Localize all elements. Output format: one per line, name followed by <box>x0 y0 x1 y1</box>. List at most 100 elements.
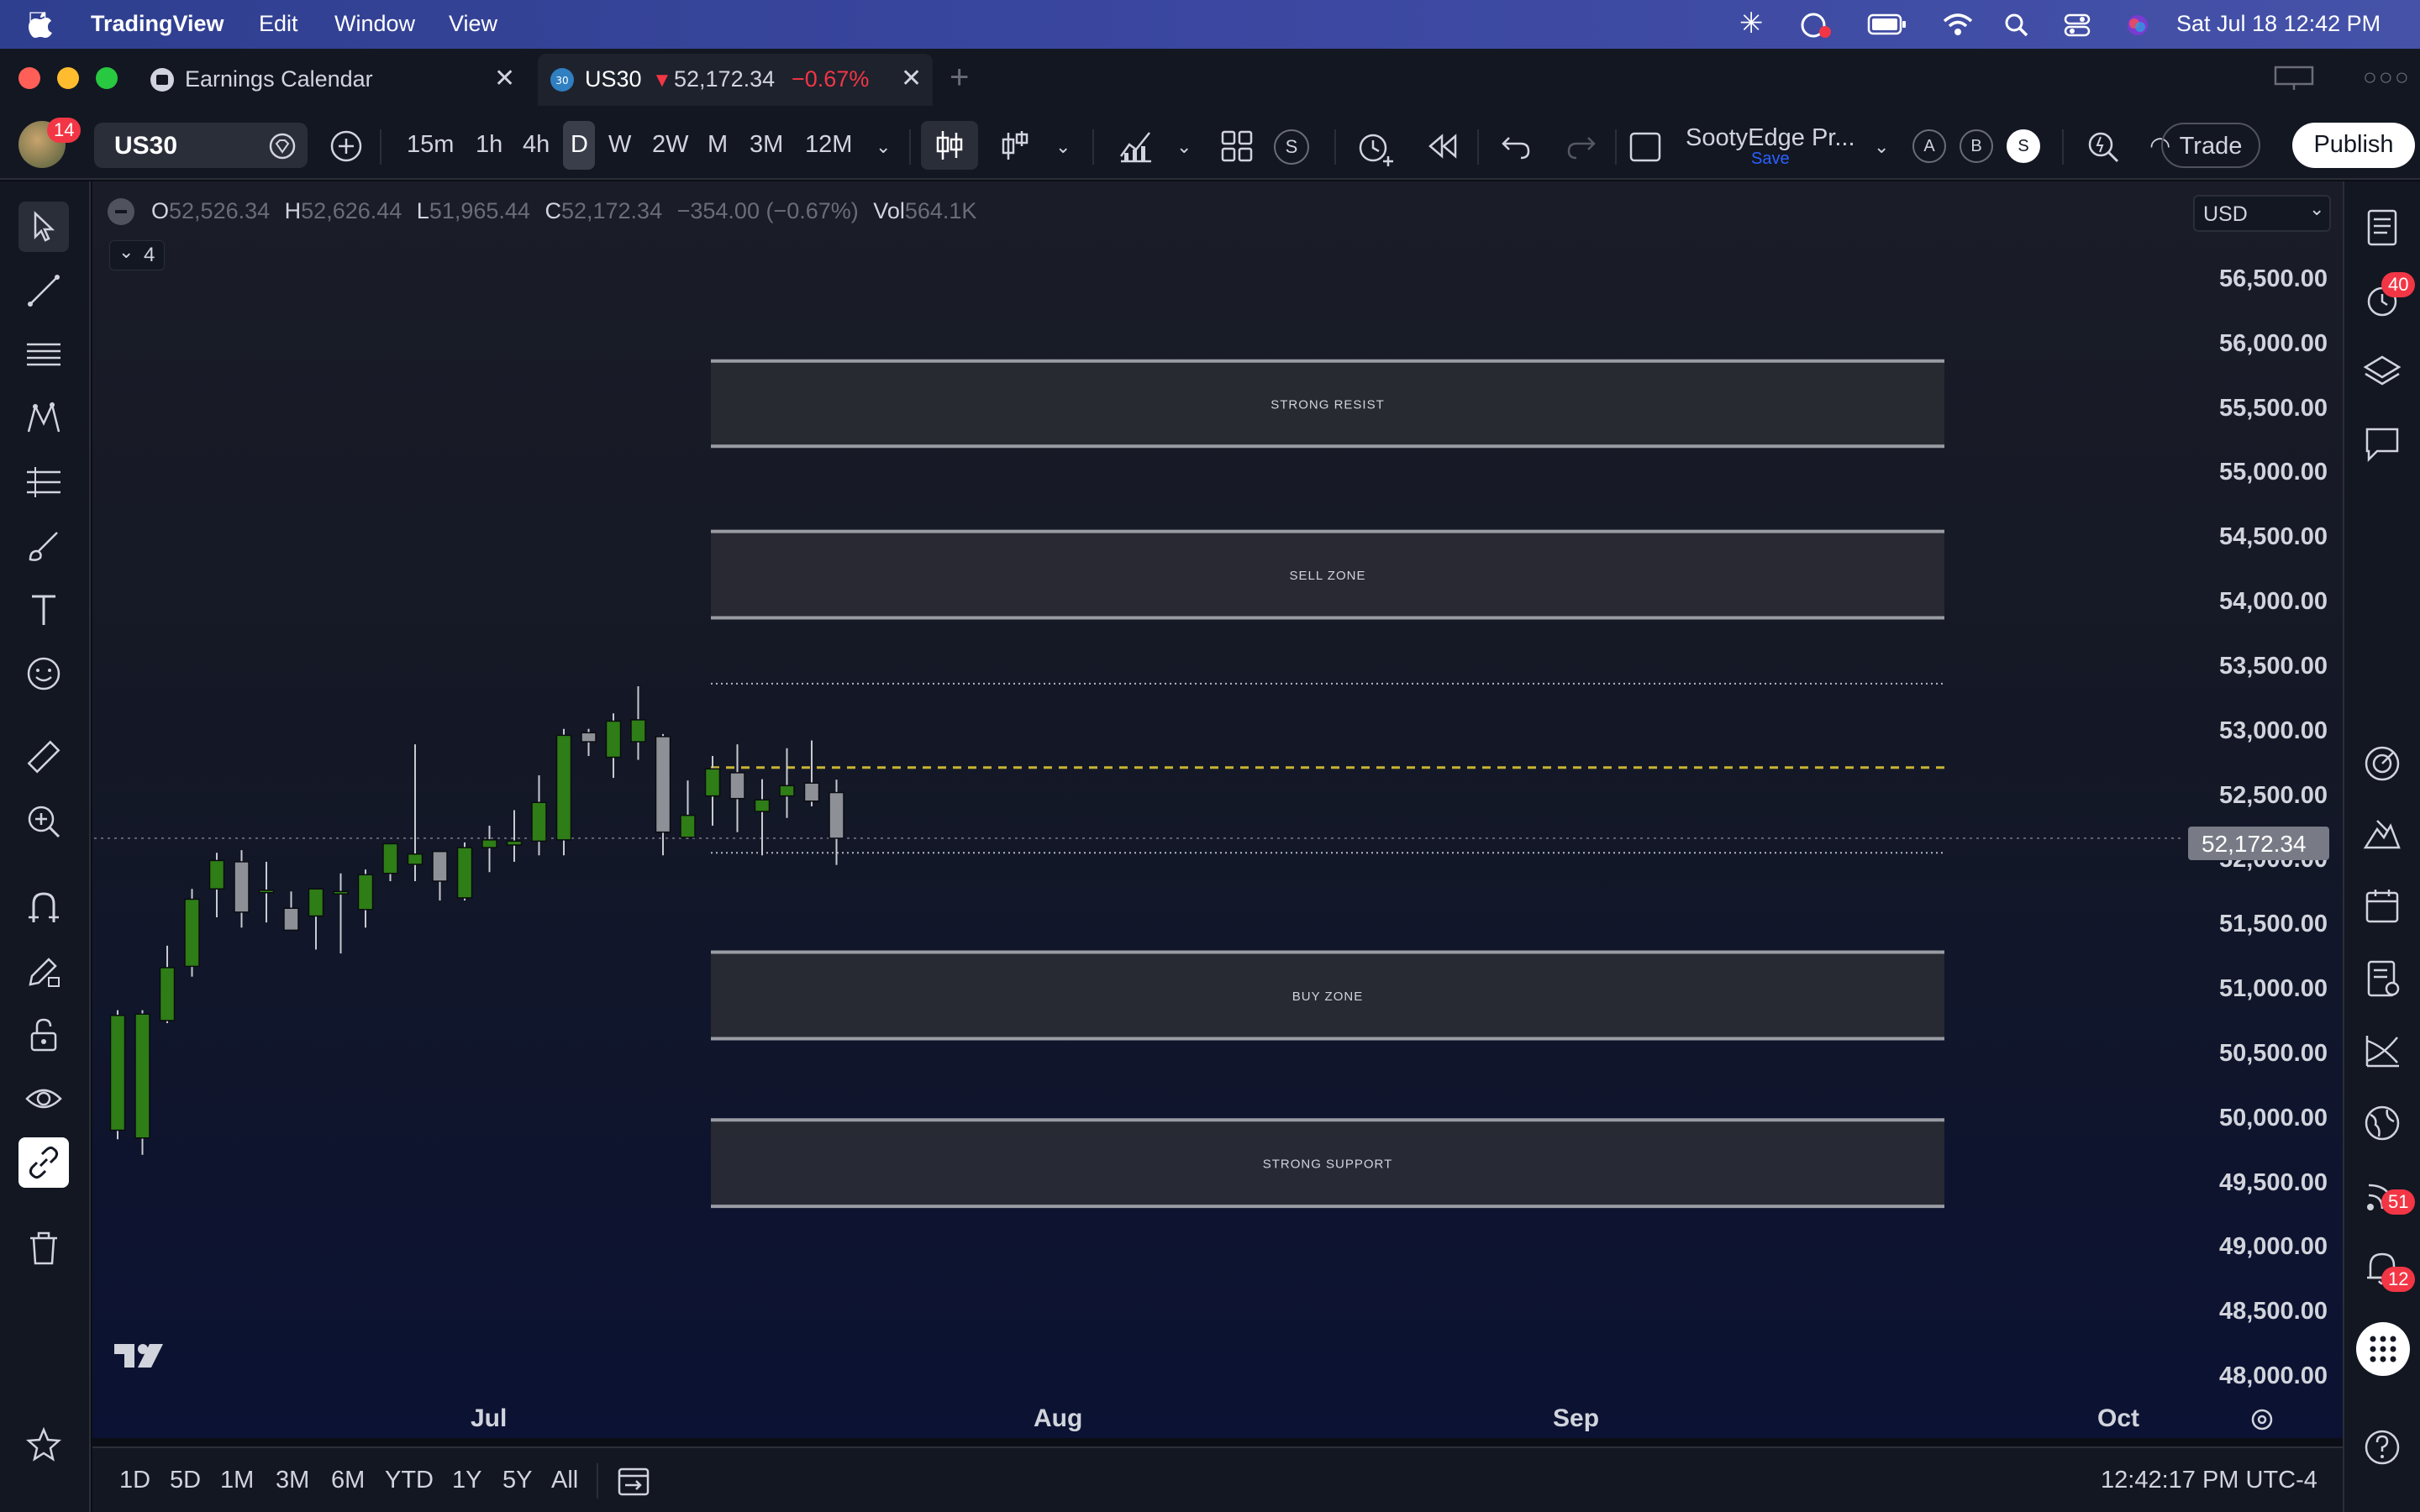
axis-settings-gear-icon[interactable] <box>2249 1406 2275 1433</box>
legend-toggle-icon[interactable] <box>108 198 134 225</box>
y-tick-label: 53,000.00 <box>2218 717 2328 744</box>
y-tick-label: 56,500.00 <box>2218 265 2328 292</box>
x-tick-jul: Jul <box>471 1404 508 1432</box>
object-tree-button[interactable] <box>2356 346 2408 398</box>
ohlc-legend: O52,526.34 H52,626.44 L51,965.44 C52,172… <box>151 198 976 224</box>
vol-key: Vol <box>873 198 905 223</box>
range-6m[interactable]: 6M <box>331 1467 365 1494</box>
range-ytd[interactable]: YTD <box>385 1467 434 1494</box>
y-tick-label: 53,500.00 <box>2218 652 2328 680</box>
globe-icon <box>2365 1105 2400 1141</box>
candle-body <box>333 890 349 895</box>
candle-body <box>208 859 225 890</box>
screener-button[interactable] <box>2356 738 2408 790</box>
options-button[interactable] <box>2356 1025 2408 1077</box>
candle-body <box>283 907 299 932</box>
bottom-separator <box>597 1463 598 1499</box>
pine-button[interactable] <box>2356 808 2408 860</box>
y-tick-label: 55,000.00 <box>2218 459 2328 486</box>
goto-date-icon[interactable] <box>617 1465 650 1497</box>
apps-grid-icon <box>2370 1336 2396 1362</box>
candle-body <box>481 839 497 848</box>
candle-body <box>605 720 622 759</box>
change-value: −354.00 (−0.67%) <box>676 198 859 223</box>
candle-body <box>432 850 448 882</box>
x-tick-sep: Sep <box>1553 1404 1600 1432</box>
candle-body <box>680 814 696 838</box>
zone-label: STRONG RESIST <box>1270 398 1385 412</box>
y-tick-label: 51,000.00 <box>2218 975 2328 1003</box>
y-tick-label: 49,000.00 <box>2218 1233 2328 1261</box>
range-5y[interactable]: 5Y <box>502 1467 532 1494</box>
currency-value: USD <box>2203 202 2248 226</box>
open-value: 52,526.34 <box>169 198 271 223</box>
range-5d[interactable]: 5D <box>170 1467 201 1494</box>
high-value: 52,626.44 <box>301 198 402 223</box>
tradingview-logo <box>114 1344 163 1368</box>
target-icon <box>2365 746 2400 781</box>
help-question-icon <box>2365 1430 2400 1465</box>
candle-body <box>456 847 473 899</box>
vol-value: 564.1K <box>904 198 977 223</box>
last-price-value: 52,172.34 <box>2202 831 2307 857</box>
candle-body <box>655 736 671 833</box>
calendar-button[interactable] <box>2356 880 2408 932</box>
currency-chevron-icon: ⌄ <box>2309 198 2325 219</box>
apps-grid-button[interactable] <box>2356 1322 2410 1376</box>
candle-body <box>407 853 424 865</box>
candle-body <box>258 890 275 894</box>
candle-body <box>134 1013 150 1139</box>
zone-label: BUY ZONE <box>1292 990 1363 1004</box>
y-tick-label: 56,000.00 <box>2218 329 2328 357</box>
right-widget-bar: 40 51 12 <box>2343 181 2420 1512</box>
layers-icon <box>2363 355 2402 386</box>
range-1y[interactable]: 1Y <box>452 1467 481 1494</box>
candle-body <box>754 799 771 812</box>
candle-body <box>357 874 374 911</box>
price-chart[interactable]: STRONG RESIST SELL ZONE BUY ZONE STRONG SUP… <box>0 0 2420 1512</box>
candle-body <box>779 785 795 797</box>
news-globe-button[interactable] <box>2356 1097 2408 1149</box>
calendar-icon <box>2365 890 2399 923</box>
close-value: 52,172.34 <box>560 198 663 223</box>
mountain-icon <box>2363 820 2401 849</box>
last-price-label: 52,172.34 <box>2188 827 2329 860</box>
candle-body <box>581 732 597 743</box>
high-key: H <box>284 198 302 223</box>
range-all[interactable]: All <box>551 1467 578 1494</box>
indicators-collapse-button[interactable]: ⌄ 4 <box>109 240 165 270</box>
alerts-badge: 40 <box>2381 272 2416 297</box>
watchlist-button[interactable] <box>2356 202 2408 254</box>
zone-label: STRONG SUPPORT <box>1263 1158 1393 1172</box>
low-key: L <box>416 198 429 223</box>
candle-body <box>531 801 547 843</box>
x-tick-oct: Oct <box>2097 1404 2140 1432</box>
range-1d[interactable]: 1D <box>119 1467 150 1494</box>
help-button[interactable] <box>2356 1421 2408 1473</box>
candle-body <box>506 840 523 846</box>
y-tick-label: 50,000.00 <box>2218 1104 2328 1131</box>
y-tick-label: 52,500.00 <box>2218 781 2328 809</box>
candle-body <box>184 898 200 968</box>
y-tick-label: 54,500.00 <box>2218 523 2328 551</box>
y-tick-label: 49,500.00 <box>2218 1168 2328 1196</box>
options-crossing-icon <box>2365 1036 2399 1068</box>
candle-body <box>803 782 820 802</box>
open-key: O <box>151 198 170 223</box>
range-1m[interactable]: 1M <box>220 1467 254 1494</box>
currency-dropdown[interactable]: USD ⌄ <box>2193 195 2331 232</box>
low-value: 51,965.44 <box>429 198 530 223</box>
y-tick-label: 48,500.00 <box>2218 1298 2328 1326</box>
range-3m[interactable]: 3M <box>276 1467 309 1494</box>
utc-clock[interactable]: 12:42:17 PM UTC-4 <box>2101 1467 2317 1494</box>
candle-body <box>729 772 745 800</box>
y-tick-label: 54,000.00 <box>2218 588 2328 616</box>
candle-body <box>234 861 250 913</box>
y-tick-label: 51,500.00 <box>2218 911 2328 938</box>
y-tick-label: 48,000.00 <box>2218 1362 2328 1389</box>
candle-body <box>829 791 844 839</box>
reports-button[interactable] <box>2356 953 2408 1005</box>
candle-body <box>704 768 721 797</box>
chats-button[interactable] <box>2356 418 2408 470</box>
y-tick-label: 55,500.00 <box>2218 394 2328 422</box>
